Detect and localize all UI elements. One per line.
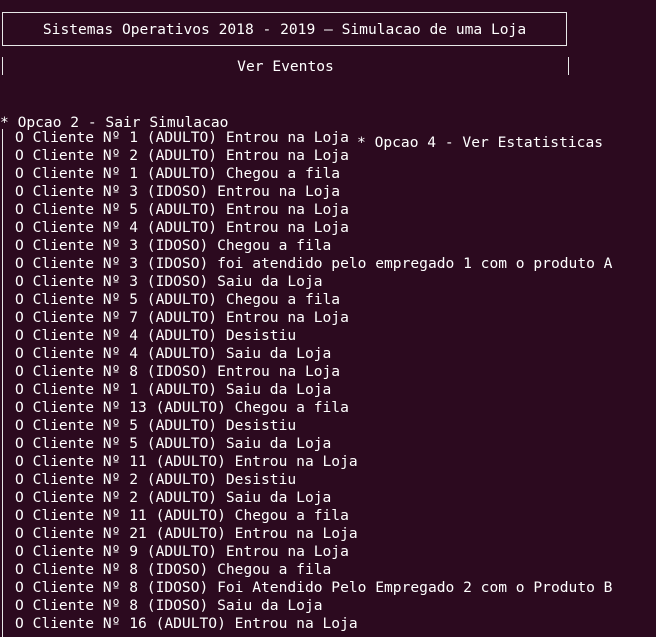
event-log-entry: O Cliente Nº 11 (ADULTO) Chegou a fila bbox=[15, 507, 349, 524]
event-log-entry: O Cliente Nº 8 (IDOSO) Foi Atendido Pelo… bbox=[15, 579, 613, 596]
event-log-entry: O Cliente Nº 1 (ADULTO) Entrou na Loja bbox=[15, 129, 349, 146]
event-log-entry: O Cliente Nº 3 (IDOSO) Chegou a fila bbox=[15, 237, 332, 254]
event-log-entry: O Cliente Nº 5 (ADULTO) Desistiu bbox=[15, 417, 297, 434]
app-title: Sistemas Operativos 2018 - 2019 — Simula… bbox=[42, 20, 527, 38]
event-log-entry: O Cliente Nº 1 (ADULTO) Chegou a fila bbox=[15, 165, 341, 182]
event-log-entry: O Cliente Nº 5 (ADULTO) Chegou a fila bbox=[15, 291, 341, 308]
event-log-entry: O Cliente Nº 21 (ADULTO) Entrou na Loja bbox=[15, 525, 358, 542]
event-log-entry: O Cliente Nº 8 (IDOSO) Saiu da Loja bbox=[15, 597, 323, 614]
event-log-entry: O Cliente Nº 8 (IDOSO) Chegou a fila bbox=[15, 561, 332, 578]
event-log-entry: O Cliente Nº 3 (IDOSO) Saiu da Loja bbox=[15, 273, 323, 290]
event-log-border bbox=[2, 129, 3, 637]
event-log-entry: O Cliente Nº 11 (ADULTO) Entrou na Loja bbox=[15, 453, 358, 470]
event-log-entry: O Cliente Nº 4 (ADULTO) Saiu da Loja bbox=[15, 345, 332, 362]
event-log-entry: O Cliente Nº 8 (IDOSO) Entrou na Loja bbox=[15, 363, 341, 380]
options-bar: * Opcao 2 - Sair Simulacao * Opcao 4 - V… bbox=[0, 93, 656, 151]
event-log-entry: O Cliente Nº 4 (ADULTO) Desistiu bbox=[15, 327, 297, 344]
event-log-entry: O Cliente Nº 7 (ADULTO) Entrou na Loja bbox=[15, 309, 349, 326]
event-log-entry: O Cliente Nº 13 (ADULTO) Chegou a fila bbox=[15, 399, 349, 416]
events-panel-header: Ver Eventos bbox=[2, 57, 569, 77]
event-log-entry: O Cliente Nº 16 (ADULTO) Entrou na Loja bbox=[15, 615, 358, 632]
event-log-entry: O Cliente Nº 9 (ADULTO) Entrou na Loja bbox=[15, 543, 349, 560]
events-panel-title: Ver Eventos bbox=[237, 58, 334, 75]
event-log-entry: O Cliente Nº 5 (ADULTO) Saiu da Loja bbox=[15, 435, 332, 452]
event-log-entry: O Cliente Nº 2 (ADULTO) Entrou na Loja bbox=[15, 147, 349, 164]
app-title-box: Sistemas Operativos 2018 - 2019 — Simula… bbox=[2, 12, 567, 46]
event-log-entry: O Cliente Nº 5 (ADULTO) Entrou na Loja bbox=[15, 201, 349, 218]
event-log-entry: O Cliente Nº 4 (ADULTO) Entrou na Loja bbox=[15, 219, 349, 236]
event-log-entry: O Cliente Nº 2 (ADULTO) Desistiu bbox=[15, 471, 297, 488]
event-log: O Cliente Nº 1 (ADULTO) Entrou na Loja O … bbox=[15, 129, 655, 633]
event-log-entry: O Cliente Nº 3 (IDOSO) foi atendido pelo… bbox=[15, 255, 613, 272]
event-log-entry: O Cliente Nº 2 (ADULTO) Saiu da Loja bbox=[15, 489, 332, 506]
event-log-entry: O Cliente Nº 3 (IDOSO) Entrou na Loja bbox=[15, 183, 341, 200]
event-log-entry: O Cliente Nº 1 (ADULTO) Saiu da Loja bbox=[15, 381, 332, 398]
